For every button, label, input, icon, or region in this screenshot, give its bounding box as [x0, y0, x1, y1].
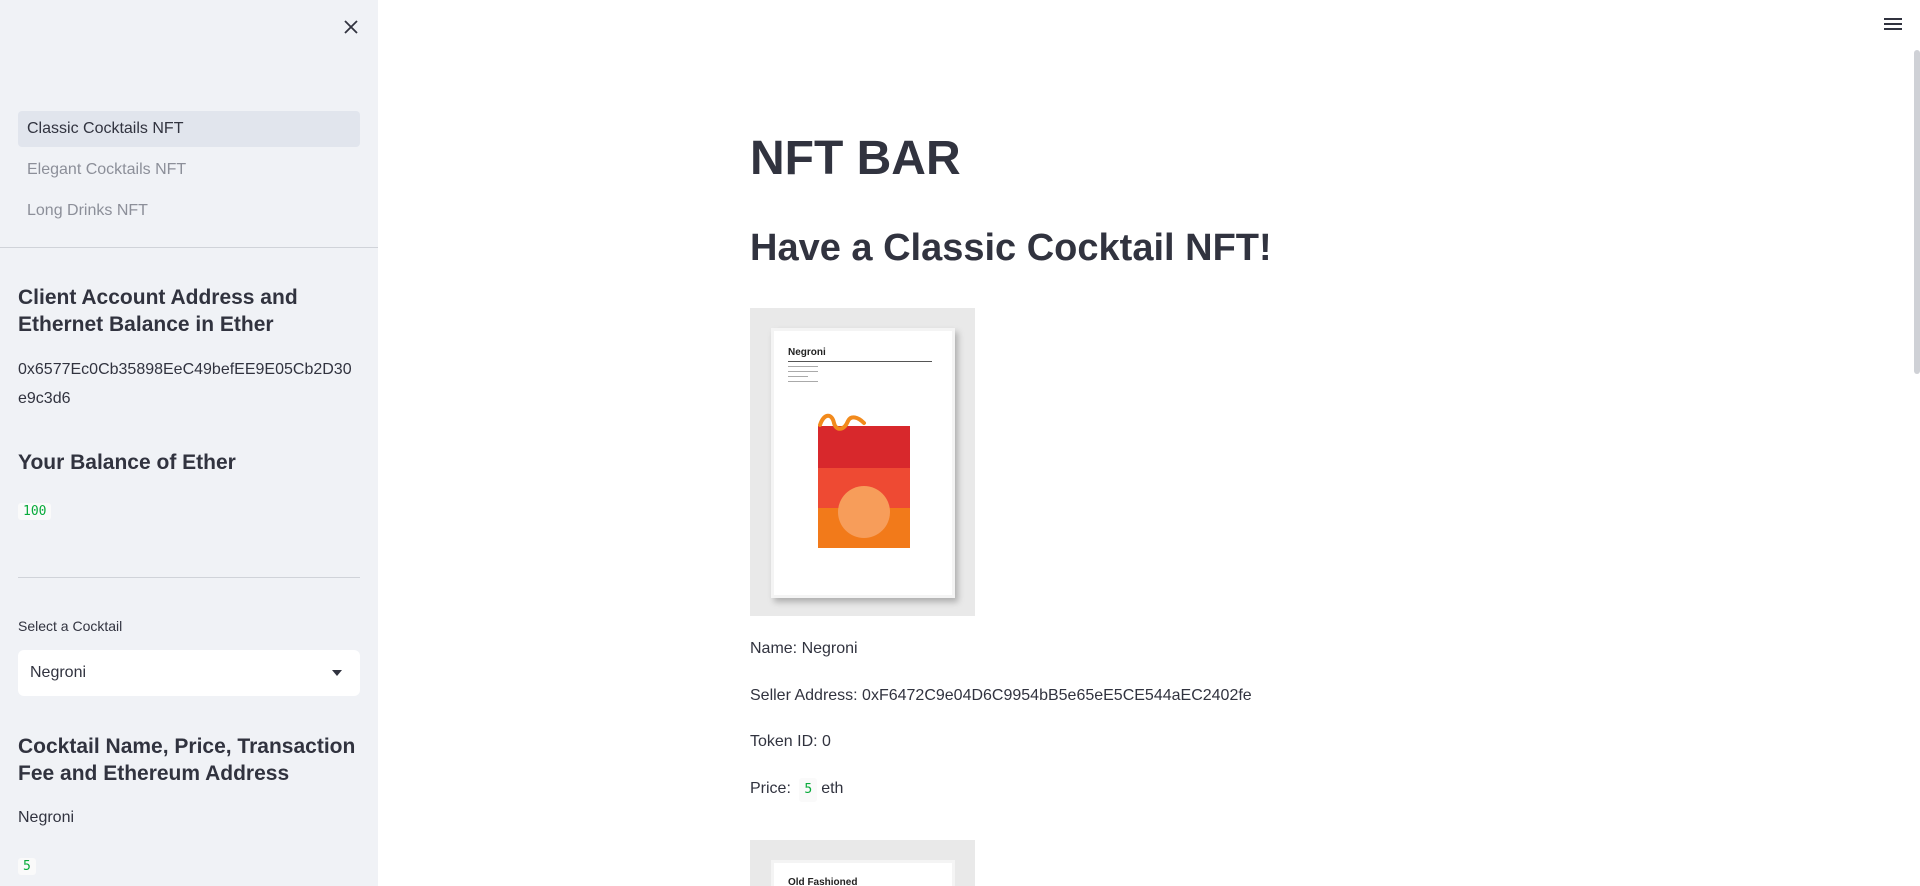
nav-divider: [0, 247, 378, 248]
poster-title: Negroni: [788, 347, 826, 358]
section-divider: [18, 577, 360, 578]
select-cocktail-label: Select a Cocktail: [18, 618, 123, 634]
nft-image-negroni: Negroni: [750, 308, 975, 616]
close-sidebar-icon[interactable]: [340, 16, 362, 38]
details-price-code: 5: [18, 858, 36, 875]
page-subtitle: Have a Classic Cocktail NFT!: [750, 227, 1272, 269]
poster-next: Old Fashioned: [771, 860, 955, 886]
orange-peel-icon: [818, 413, 868, 438]
sidebar: Classic Cocktails NFT Elegant Cocktails …: [0, 0, 378, 886]
details-name: Negroni: [18, 809, 75, 826]
nft-price-label: Price:: [750, 780, 791, 797]
orange-slice-icon: [838, 486, 890, 538]
nft-image-next: Old Fashioned: [750, 840, 975, 886]
nft-seller-address: Seller Address: 0xF6472C9e04D6C9954bB5e6…: [750, 687, 1252, 704]
balance-code: 100: [18, 503, 52, 520]
poster-next-title: Old Fashioned: [788, 877, 858, 886]
balance-value: 100: [18, 502, 52, 520]
account-address: 0x6577Ec0Cb35898EeC49befEE9E05Cb2D30e9c3…: [18, 361, 352, 407]
nft-name: Name: Negroni: [750, 640, 858, 657]
account-heading: Client Account Address and Ethernet Bala…: [18, 286, 298, 336]
poster-rule: [788, 361, 932, 362]
nav-item-classic-cocktails[interactable]: Classic Cocktails NFT: [18, 111, 360, 147]
main-menu-icon[interactable]: [1884, 18, 1902, 34]
page-nav: Classic Cocktails NFT Elegant Cocktails …: [18, 111, 360, 234]
nft-price-unit: eth: [821, 780, 844, 797]
cocktail-select-value: Negroni: [30, 664, 87, 681]
details-price: 5: [18, 857, 36, 875]
nft-price-code: 5: [799, 778, 818, 802]
chevron-down-icon: [332, 670, 342, 676]
page-scrollbar[interactable]: [1914, 50, 1920, 374]
poster: Negroni: [771, 328, 955, 598]
nft-price: Price: 5 eth: [750, 778, 843, 802]
cocktail-select[interactable]: Negroni: [18, 650, 360, 696]
details-heading: Cocktail Name, Price, Transaction Fee an…: [18, 735, 356, 785]
nft-token-id: Token ID: 0: [750, 733, 831, 750]
balance-heading: Your Balance of Ether: [18, 451, 236, 474]
page-title: NFT BAR: [750, 132, 961, 185]
nav-item-elegant-cocktails[interactable]: Elegant Cocktails NFT: [18, 152, 360, 188]
poster-text-lines: [788, 366, 818, 386]
nav-item-long-drinks[interactable]: Long Drinks NFT: [18, 193, 360, 229]
